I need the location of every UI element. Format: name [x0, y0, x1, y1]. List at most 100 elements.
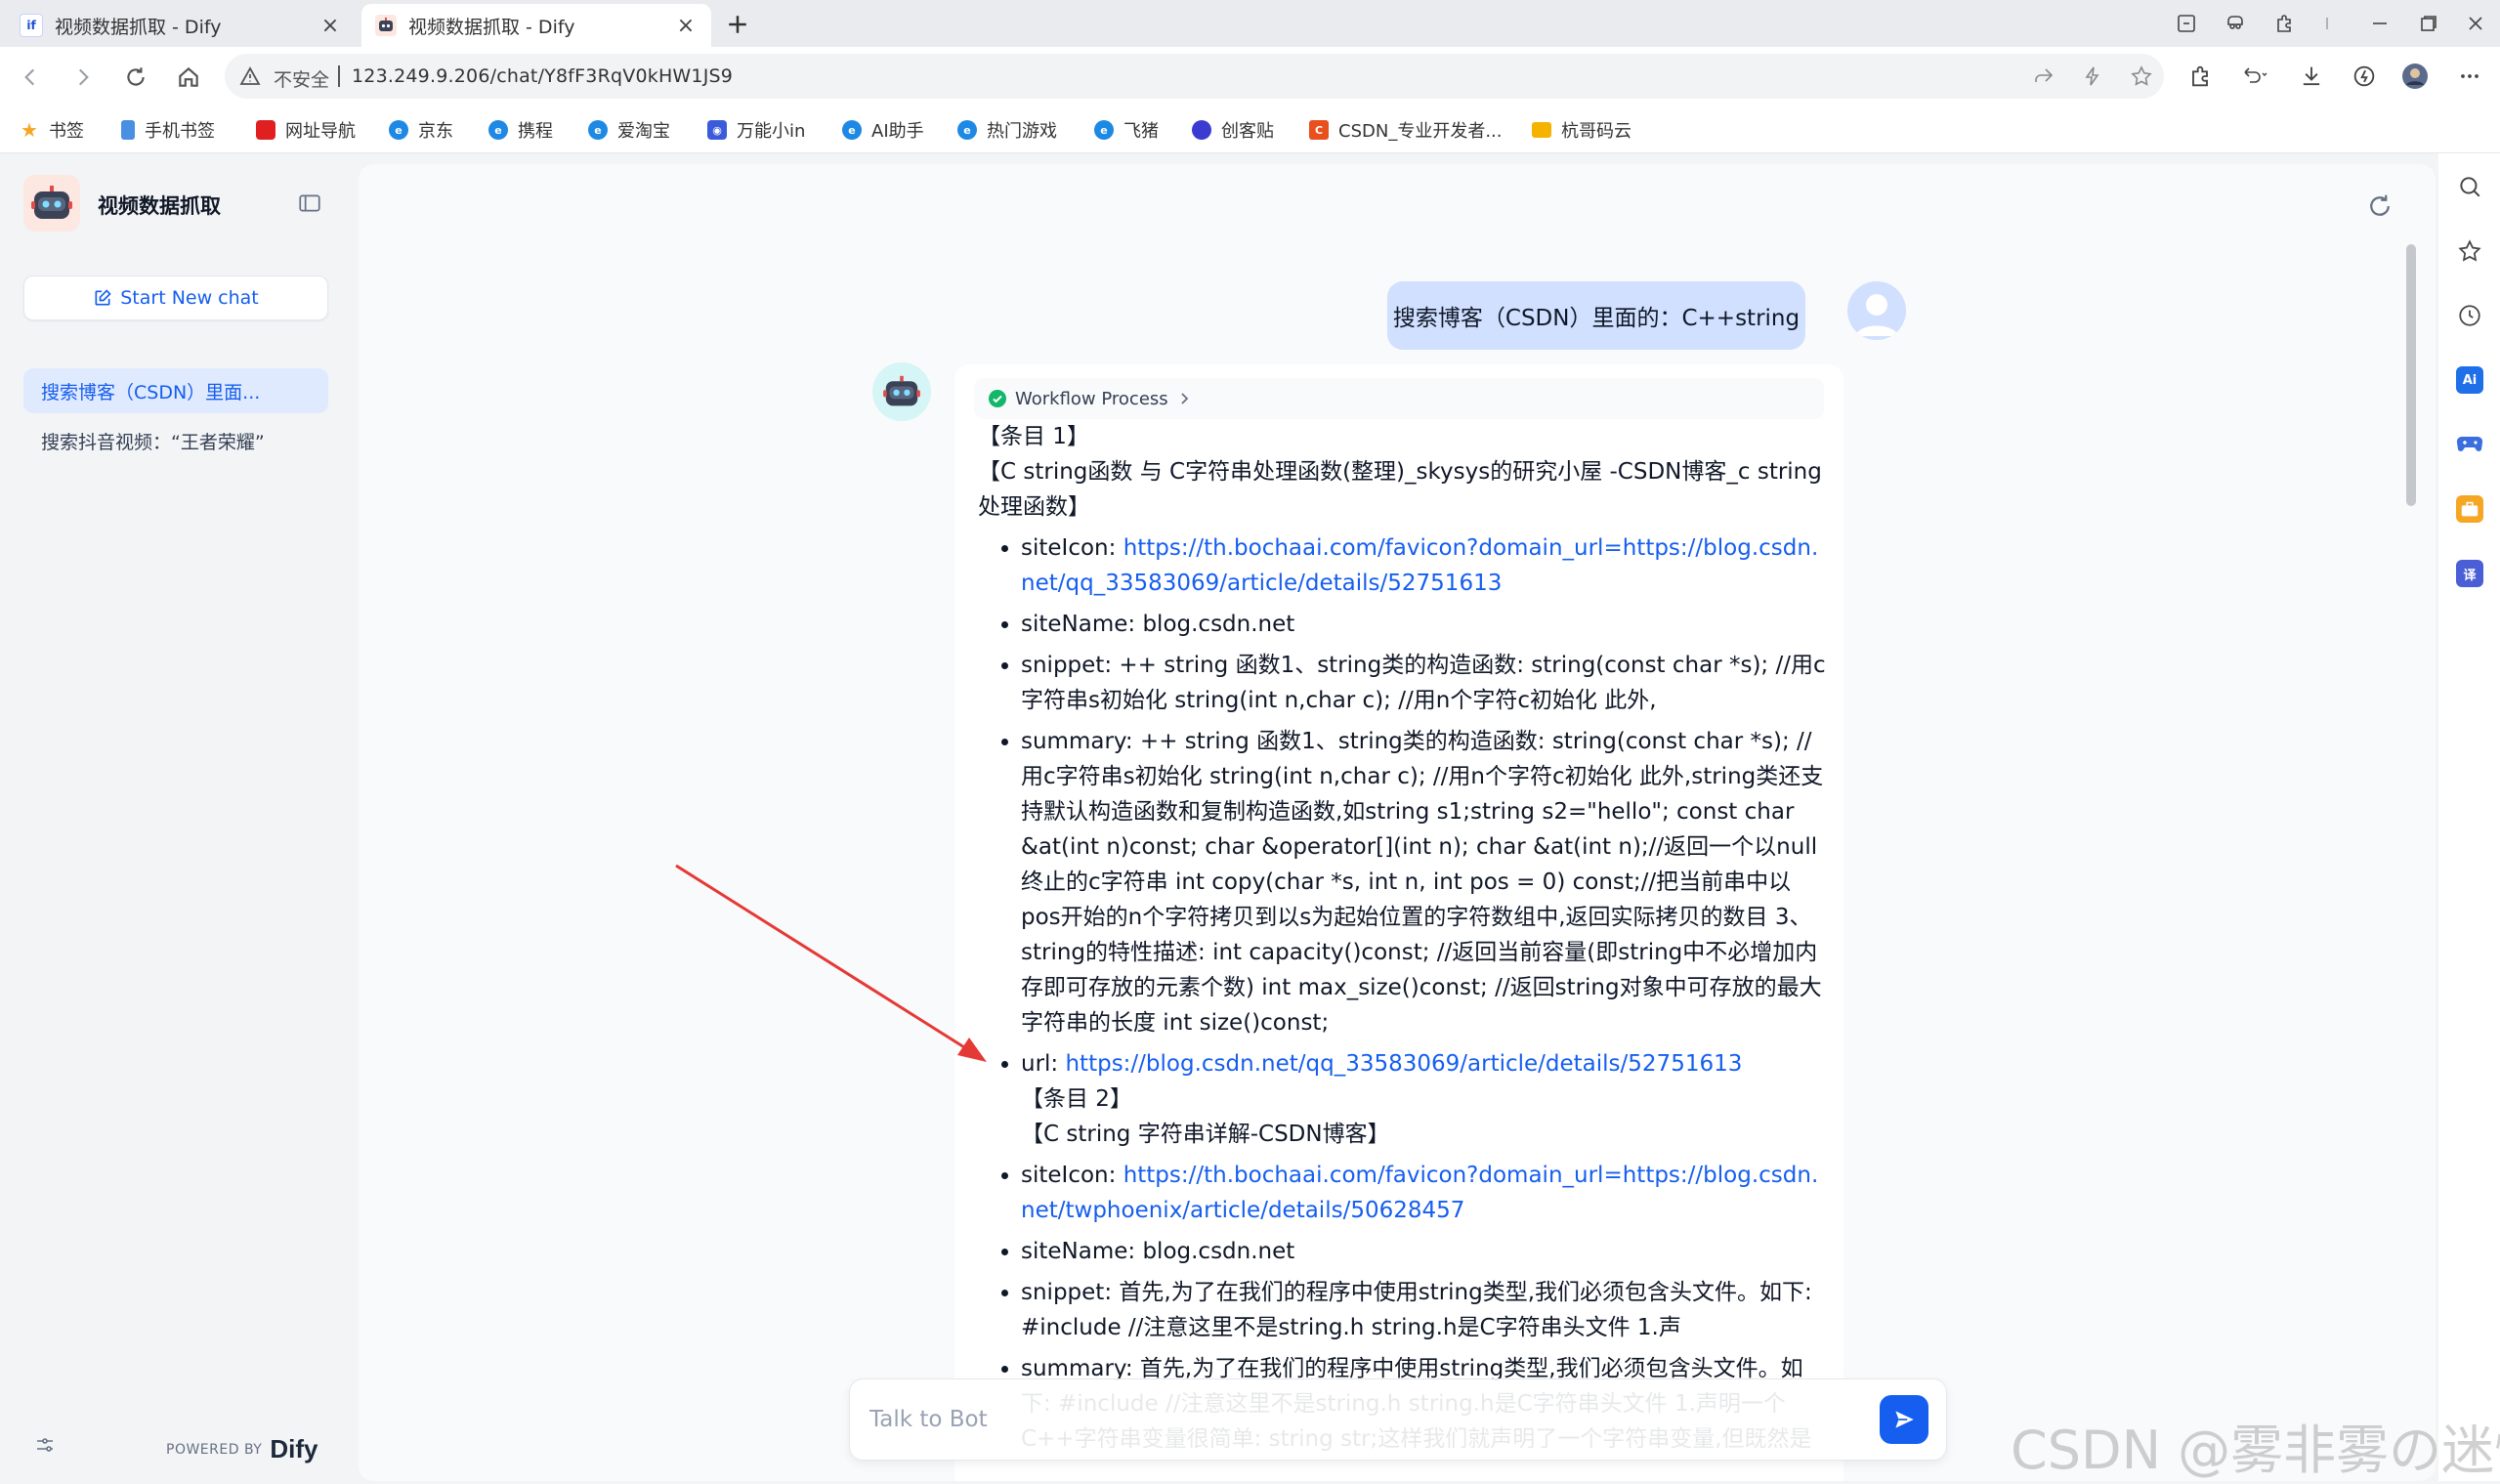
lightning-icon[interactable]: [2081, 64, 2104, 88]
send-button[interactable]: [1880, 1395, 1928, 1444]
e-browser-icon: e: [488, 120, 508, 140]
chat-input[interactable]: [868, 1397, 1829, 1442]
chat-input-box: [849, 1378, 1947, 1461]
address-bar[interactable]: 不安全 123.249.9.206/chat/Y8fF3RqV0kHW1JS9: [225, 54, 2164, 99]
close-window-icon[interactable]: [2464, 12, 2487, 35]
separator: [2325, 12, 2329, 35]
tab-title: 视频数据抓取 - Dify: [55, 16, 222, 38]
e-browser-icon: e: [1094, 120, 1114, 140]
url-text[interactable]: 123.249.9.206/chat/Y8fF3RqV0kHW1JS9: [352, 65, 733, 87]
sidebar-toggle-icon[interactable]: [297, 191, 322, 216]
scrollbar-thumb[interactable]: [2406, 244, 2416, 506]
field-key: siteIcon:: [1021, 535, 1123, 561]
start-new-chat-button[interactable]: Start New chat: [23, 276, 328, 320]
bookmark-item[interactable]: e 京东: [389, 115, 453, 145]
browser-tab-2-active[interactable]: 视频数据抓取 - Dify ×: [361, 4, 711, 47]
start-new-chat-label: Start New chat: [120, 287, 259, 309]
undo-dropdown-icon[interactable]: [2241, 63, 2268, 90]
list-item: siteIcon: https://th.bochaai.com/favicon…: [1021, 1158, 1828, 1228]
restart-chat-icon[interactable]: [2365, 191, 2394, 221]
close-tab-icon[interactable]: ×: [674, 14, 698, 38]
e-browser-icon: e: [389, 120, 408, 140]
bookmark-item[interactable]: 网址导航: [256, 115, 356, 145]
conversation-item-active[interactable]: 搜索博客（CSDN）里面...: [23, 368, 328, 413]
chevron-right-icon: [1181, 393, 1188, 404]
warning-triangle-icon[interactable]: [238, 64, 262, 88]
copilot-icon[interactable]: [2224, 12, 2247, 35]
bookmark-item[interactable]: e 携程: [488, 115, 553, 145]
user-message-text: 搜索博客（CSDN）里面的：C++string: [1392, 306, 1801, 331]
home-icon[interactable]: [176, 64, 201, 90]
gamepad-icon[interactable]: [2456, 431, 2483, 458]
favorite-star-icon[interactable]: [2130, 64, 2153, 88]
bookmark-item[interactable]: 手机书签: [121, 115, 215, 145]
site-icon-link[interactable]: https://th.bochaai.com/favicon?domain_ur…: [1021, 535, 1818, 596]
more-menu-icon[interactable]: [2456, 63, 2483, 90]
download-icon[interactable]: [2298, 63, 2325, 90]
new-tab-plus-icon[interactable]: [723, 10, 752, 39]
robot-icon: [883, 375, 920, 406]
bot-message-card: Workflow Process 【条目 1】 【C string函数 与 C字…: [954, 364, 1843, 1481]
favorites-star-icon[interactable]: [2456, 237, 2483, 265]
bot-avatar: [872, 362, 931, 421]
browser-tab-1[interactable]: if 视频数据抓取 - Dify ×: [6, 4, 356, 47]
bookmark-item[interactable]: e 爱淘宝: [588, 115, 670, 145]
extension-puzzle-icon[interactable]: [2272, 12, 2296, 35]
phone-icon: [121, 120, 135, 140]
performance-icon[interactable]: [2351, 63, 2378, 90]
conversation-item[interactable]: 搜索抖音视频：“王者荣耀”: [23, 418, 328, 463]
robot-app-icon: ◉: [707, 120, 727, 140]
site-icon-link[interactable]: https://th.bochaai.com/favicon?domain_ur…: [1021, 1163, 1818, 1223]
chat-panel: 搜索博客（CSDN）里面的：C++string Workflow Process…: [359, 164, 2436, 1481]
item-label: 【条目 1】: [978, 424, 1089, 449]
list-item: snippet: ++ string 函数1、string类的构造函数: str…: [1021, 648, 1828, 718]
csdn-icon: C: [1309, 120, 1329, 140]
reload-icon[interactable]: [123, 64, 148, 90]
bookmark-item[interactable]: 创客贴: [1192, 115, 1274, 145]
snippet-text: snippet: 首先,为了在我们的程序中使用string类型,我们必须包含头文…: [1021, 1280, 1812, 1340]
bookmark-item[interactable]: e 热门游戏: [957, 115, 1057, 145]
workflow-process-toggle[interactable]: Workflow Process: [974, 378, 1824, 419]
bookmark-item[interactable]: ★ 书签: [20, 115, 84, 145]
watermark: CSDN @雾非雾の迷惘: [2011, 1420, 2500, 1481]
dify-favicon-icon: if: [20, 14, 43, 37]
share-icon[interactable]: [2032, 64, 2055, 88]
history-clock-icon[interactable]: [2456, 302, 2483, 329]
back-arrow-icon[interactable]: [18, 64, 43, 90]
site-name-text: siteName: blog.csdn.net: [1021, 612, 1295, 637]
translate-icon[interactable]: 译: [2456, 560, 2483, 587]
forward-arrow-icon[interactable]: [70, 64, 96, 90]
summary-text: summary: ++ string 函数1、string类的构造函数: str…: [1021, 729, 1824, 1036]
maximize-icon[interactable]: [2417, 12, 2440, 35]
list-item: url: https://blog.csdn.net/qq_33583069/a…: [1021, 1046, 1828, 1152]
tab-actions-icon[interactable]: [2175, 12, 2198, 35]
bookmark-item[interactable]: e AI助手: [842, 115, 924, 145]
close-tab-icon[interactable]: ×: [318, 14, 342, 38]
bookmark-item[interactable]: ◉ 万能小in: [707, 115, 805, 145]
snippet-text: snippet: ++ string 函数1、string类的构造函数: str…: [1021, 653, 1826, 713]
robot-favicon-icon: [375, 15, 397, 36]
bookmark-item[interactable]: C CSDN_专业开发者...: [1309, 115, 1502, 145]
profile-avatar-icon[interactable]: [2401, 63, 2429, 90]
list-item: summary: ++ string 函数1、string类的构造函数: str…: [1021, 724, 1828, 1040]
minimize-icon[interactable]: [2368, 12, 2392, 35]
star-icon: ★: [21, 118, 38, 142]
robot-icon: [31, 186, 72, 219]
not-secure-label[interactable]: 不安全: [274, 65, 329, 92]
folder-icon: [1532, 122, 1551, 138]
ai-assistant-icon[interactable]: Ai: [2456, 366, 2483, 394]
dify-brand-logo: Dify: [270, 1434, 318, 1463]
list-item: snippet: 首先,为了在我们的程序中使用string类型,我们必须包含头文…: [1021, 1275, 1828, 1345]
browser-tab-bar: if 视频数据抓取 - Dify × 视频数据抓取 - Dify ×: [0, 0, 2500, 47]
bookmark-item[interactable]: 杭哥码云: [1532, 115, 1631, 145]
extensions-icon[interactable]: [2186, 63, 2214, 90]
bookmark-item[interactable]: e 飞猪: [1094, 115, 1159, 145]
item-title: 【C string函数 与 C字符串处理函数(整理)_skysys的研究小屋 -…: [978, 459, 1822, 520]
settings-sliders-icon[interactable]: [33, 1433, 57, 1457]
article-url-link[interactable]: https://blog.csdn.net/qq_33583069/articl…: [1065, 1051, 1742, 1077]
search-icon[interactable]: [2456, 173, 2483, 200]
user-avatar: [1847, 281, 1906, 340]
check-circle-icon: [989, 390, 1006, 407]
toolbox-icon[interactable]: [2456, 495, 2483, 523]
powered-by-dify[interactable]: POWERED BY Dify: [166, 1434, 318, 1464]
